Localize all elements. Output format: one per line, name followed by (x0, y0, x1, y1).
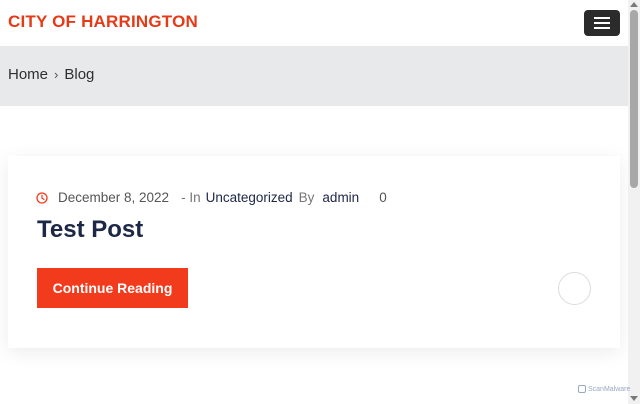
site-title[interactable]: CITY OF HARRINGTON (8, 12, 198, 32)
breadcrumb-current: Blog (64, 66, 95, 83)
hamburger-icon (594, 17, 610, 19)
scrollbar-thumb[interactable] (630, 10, 638, 188)
clock-icon (36, 191, 48, 204)
hamburger-icon-bar (594, 27, 610, 29)
post-meta: December 8, 2022 - In Uncategorized By a… (36, 190, 387, 205)
scroll-down-arrow-icon[interactable] (630, 396, 638, 401)
post-author-link[interactable]: admin (322, 190, 359, 205)
hamburger-icon-bar (594, 22, 610, 24)
breadcrumb-banner: Home › Blog (0, 46, 628, 106)
breadcrumb: Home › Blog (8, 66, 94, 83)
breadcrumb-home-link[interactable]: Home (8, 66, 48, 83)
scroll-up-arrow-icon[interactable] (630, 2, 638, 7)
share-button[interactable] (558, 272, 591, 305)
post-category-link[interactable]: Uncategorized (206, 190, 293, 205)
post-date[interactable]: December 8, 2022 (58, 190, 169, 205)
menu-toggle-button[interactable] (584, 10, 620, 36)
site-header: CITY OF HARRINGTON (0, 0, 628, 46)
scanmalware-logo-icon (578, 385, 586, 393)
continue-reading-button[interactable]: Continue Reading (37, 268, 188, 308)
post-by-label: By (298, 190, 315, 205)
post-card: December 8, 2022 - In Uncategorized By a… (8, 156, 620, 348)
post-title[interactable]: Test Post (37, 216, 143, 244)
watermark-text: ScanMalware (588, 385, 631, 393)
post-comment-count[interactable]: 0 (379, 190, 387, 205)
breadcrumb-separator: › (54, 67, 59, 82)
post-in-label: - In (181, 190, 201, 205)
watermark: ScanMalware (578, 385, 630, 393)
